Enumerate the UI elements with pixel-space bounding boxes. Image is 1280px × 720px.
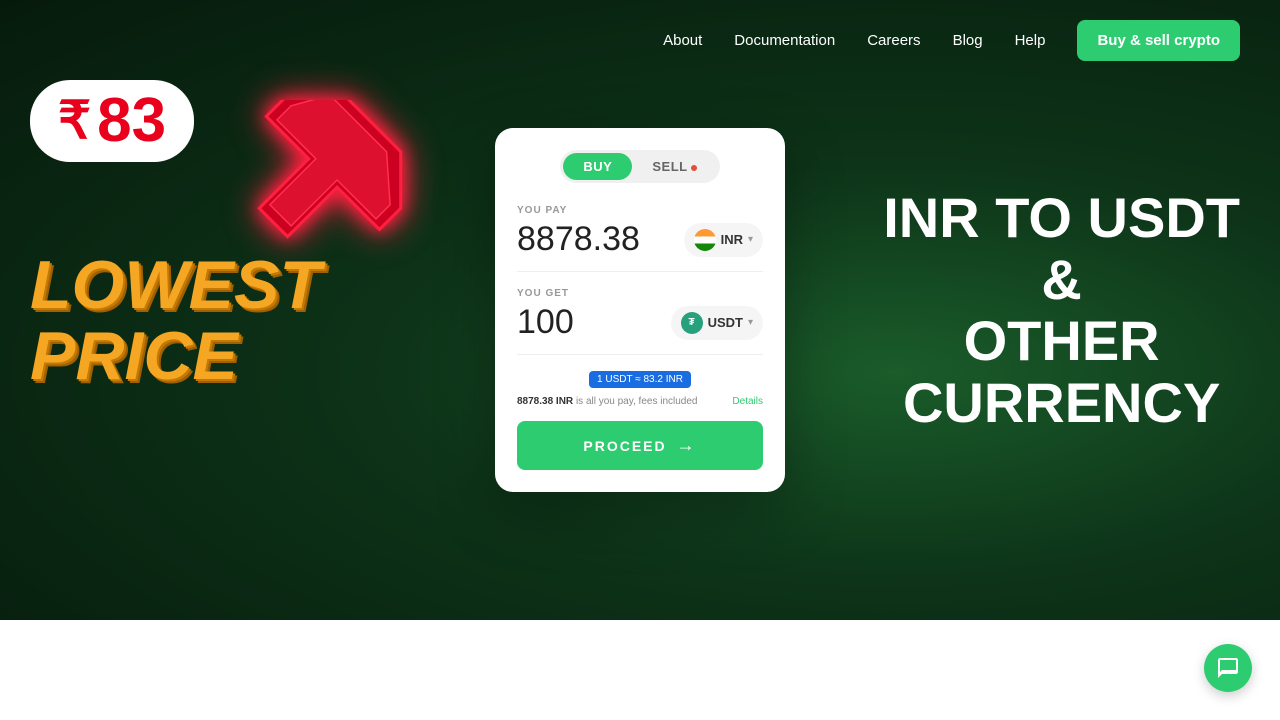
chat-support-button[interactable] bbox=[1204, 644, 1252, 692]
lowest-line2: PRICE bbox=[30, 321, 321, 392]
right-title-line2: & bbox=[883, 248, 1240, 310]
proceed-label: PROCEED bbox=[583, 438, 666, 454]
chat-icon bbox=[1216, 656, 1240, 680]
buy-tab[interactable]: BUY bbox=[563, 153, 632, 180]
arrow-graphic bbox=[240, 100, 420, 260]
chevron-down-icon: ▾ bbox=[748, 234, 753, 245]
usdt-label: USDT bbox=[708, 315, 743, 330]
inr-label: INR bbox=[721, 232, 743, 247]
price-value: 83 bbox=[97, 90, 166, 152]
buy-sell-tabs: BUY SELL bbox=[560, 150, 719, 183]
chevron-down-icon-2: ▾ bbox=[748, 317, 753, 328]
rate-badge: 1 USDT ≈ 83.2 INR bbox=[589, 371, 691, 388]
you-pay-section: YOU PAY 8878.38 INR ▾ bbox=[517, 205, 763, 272]
sell-tab[interactable]: SELL bbox=[632, 153, 716, 180]
you-get-row: 100 ₮ USDT ▾ bbox=[517, 303, 763, 355]
you-get-amount: 100 bbox=[517, 303, 574, 342]
nav-link-careers[interactable]: Careers bbox=[867, 32, 920, 49]
bottom-section bbox=[0, 620, 1280, 720]
nav-link-documentation[interactable]: Documentation bbox=[734, 32, 835, 49]
fee-text: 8878.38 INR is all you pay, fees include… bbox=[517, 396, 698, 407]
nav-link-help[interactable]: Help bbox=[1015, 32, 1046, 49]
nav-links: About Documentation Careers Blog Help Bu… bbox=[663, 20, 1240, 61]
you-pay-label: YOU PAY bbox=[517, 205, 763, 216]
fee-suffix: is all you pay, fees included bbox=[576, 396, 698, 407]
lowest-price-text: LOWEST PRICE bbox=[30, 250, 321, 393]
right-title-line4: CURRENCY bbox=[883, 372, 1240, 434]
you-pay-row: 8878.38 INR ▾ bbox=[517, 220, 763, 272]
you-pay-amount: 8878.38 bbox=[517, 220, 640, 259]
right-text: INR TO USDT & OTHER CURRENCY bbox=[883, 187, 1240, 433]
right-title-line1: INR TO USDT bbox=[883, 187, 1240, 249]
details-link[interactable]: Details bbox=[732, 396, 763, 407]
buy-sell-cta-button[interactable]: Buy & sell crypto bbox=[1077, 20, 1240, 61]
inr-currency-selector[interactable]: INR ▾ bbox=[684, 223, 763, 257]
nav-link-about[interactable]: About bbox=[663, 32, 702, 49]
hero-section: About Documentation Careers Blog Help Bu… bbox=[0, 0, 1280, 620]
lowest-line1: LOWEST bbox=[30, 250, 321, 321]
right-title-line3: OTHER bbox=[883, 310, 1240, 372]
exchange-card: BUY SELL YOU PAY 8878.38 INR ▾ YOU GET 1… bbox=[495, 128, 785, 492]
navbar: About Documentation Careers Blog Help Bu… bbox=[0, 0, 1280, 80]
left-content: ₹ 83 bbox=[30, 80, 194, 182]
you-get-label: YOU GET bbox=[517, 288, 763, 299]
usdt-icon: ₮ bbox=[681, 312, 703, 334]
price-badge: ₹ 83 bbox=[30, 80, 194, 162]
india-flag-icon bbox=[694, 229, 716, 251]
proceed-button[interactable]: PROCEED → bbox=[517, 421, 763, 470]
you-get-section: YOU GET 100 ₮ USDT ▾ bbox=[517, 288, 763, 355]
proceed-arrow-icon: → bbox=[677, 435, 697, 456]
nav-link-blog[interactable]: Blog bbox=[953, 32, 983, 49]
fee-info: 8878.38 INR is all you pay, fees include… bbox=[517, 396, 763, 407]
usdt-currency-selector[interactable]: ₮ USDT ▾ bbox=[671, 306, 763, 340]
rupee-symbol: ₹ bbox=[58, 91, 91, 151]
